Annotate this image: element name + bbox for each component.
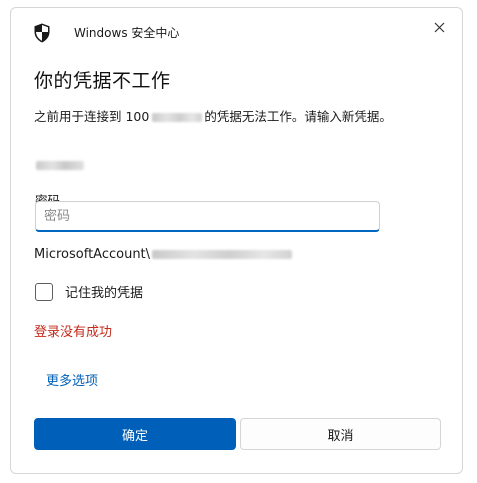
description-prefix: 之前用于连接到 100 bbox=[34, 109, 150, 124]
redacted-username bbox=[36, 161, 84, 170]
shield-icon bbox=[34, 23, 50, 43]
redacted-address bbox=[152, 113, 203, 122]
credential-dialog: Windows 安全中心 你的凭据不工作 之前用于连接到 100 的凭据无法工作。… bbox=[10, 7, 463, 474]
error-message: 登录没有成功 bbox=[34, 325, 113, 340]
more-options-link[interactable]: 更多选项 bbox=[46, 370, 98, 389]
cancel-button[interactable]: 取消 bbox=[240, 418, 441, 450]
title-bar: Windows 安全中心 bbox=[11, 8, 462, 58]
dialog-heading: 你的凭据不工作 bbox=[34, 70, 171, 92]
remember-credentials[interactable]: 记住我的凭据 bbox=[35, 282, 143, 301]
dialog-description: 之前用于连接到 100 的凭据无法工作。请输入新凭据。 bbox=[34, 106, 392, 125]
description-suffix: 的凭据无法工作。请输入新凭据。 bbox=[204, 109, 392, 124]
close-icon bbox=[434, 22, 444, 32]
close-button[interactable] bbox=[428, 16, 450, 38]
remember-checkbox[interactable] bbox=[35, 282, 53, 301]
app-title: Windows 安全中心 bbox=[74, 26, 180, 40]
account-prefix: MicrosoftAccount\ bbox=[34, 247, 151, 262]
ok-button[interactable]: 确定 bbox=[34, 418, 236, 450]
password-input[interactable] bbox=[35, 201, 380, 232]
account-name: MicrosoftAccount\ bbox=[34, 247, 293, 262]
redacted-account bbox=[152, 250, 293, 259]
remember-label: 记住我的凭据 bbox=[65, 286, 144, 301]
